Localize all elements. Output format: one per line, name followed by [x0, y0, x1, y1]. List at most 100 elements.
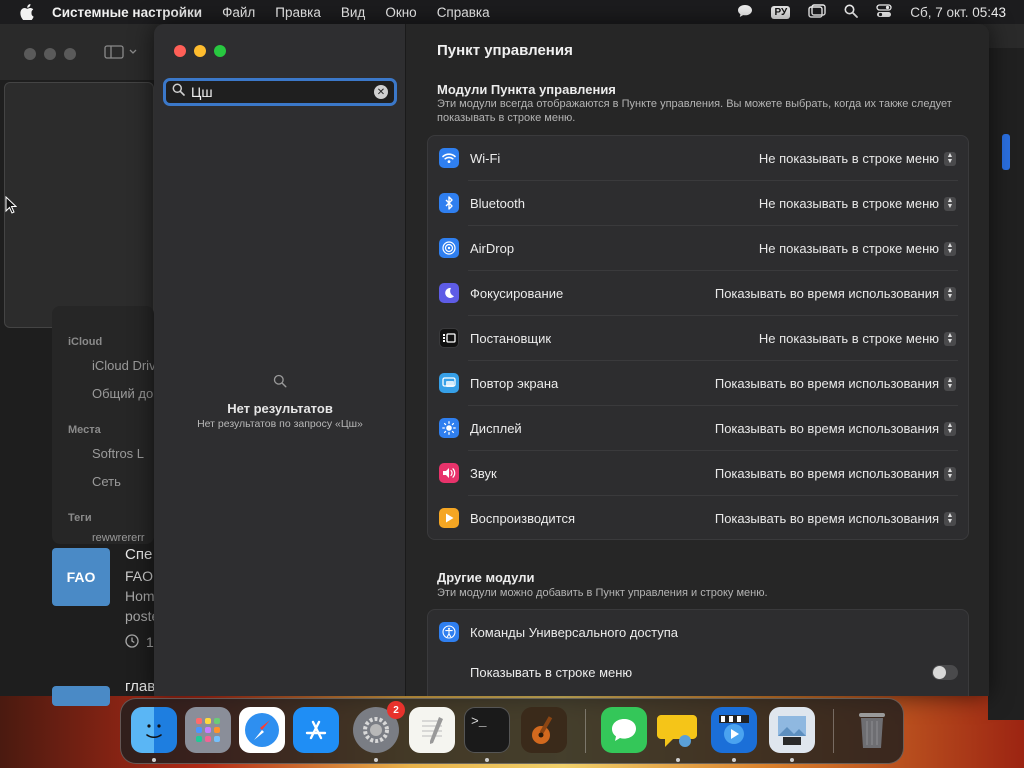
menu-help[interactable]: Справка: [437, 5, 490, 20]
safari-icon[interactable]: [239, 707, 285, 753]
menu-edit[interactable]: Правка: [275, 5, 321, 20]
list-item-time: 1: [146, 634, 154, 650]
apple-menu-icon[interactable]: [18, 3, 36, 21]
stage-manager-visibility-select[interactable]: Не показывать в строке меню ▲ ▼: [759, 331, 956, 346]
close-button[interactable]: [174, 45, 186, 57]
sidebar-item-shared[interactable]: Общий до: [92, 386, 153, 401]
background-zoom-button[interactable]: [64, 48, 76, 60]
module-row-airdrop: AirDrop Не показывать в строке меню ▲ ▼: [428, 226, 968, 271]
module-label-wifi: Wi-Fi: [470, 151, 501, 166]
preview-icon[interactable]: [769, 707, 815, 753]
screen-mirroring-icon: [439, 373, 459, 393]
second-list-item-title[interactable]: глав: [125, 678, 155, 695]
terminal-icon[interactable]: >_: [464, 707, 510, 753]
bluetooth-visibility-select[interactable]: Не показывать в строке меню ▲ ▼: [759, 196, 956, 211]
speech-bubble-icon[interactable]: [737, 4, 753, 21]
settings-notification-badge: 2: [387, 701, 405, 719]
screen-mirroring-visibility-value: Показывать во время использования: [714, 376, 939, 391]
wifi-visibility-select[interactable]: Не показывать в строке меню ▲ ▼: [759, 151, 956, 166]
module-label-airdrop: AirDrop: [470, 241, 515, 256]
imovie-icon[interactable]: [711, 707, 757, 753]
clear-search-icon[interactable]: ✕: [374, 85, 388, 99]
settings-sidebar: ✕ Нет результатов Нет результатов по зап…: [154, 24, 406, 696]
module-row-display: Дисплей Показывать во время использовани…: [428, 406, 968, 451]
list-item-title[interactable]: Спе: [125, 546, 152, 563]
background-close-button[interactable]: [24, 48, 36, 60]
display-visibility-select[interactable]: Показывать во время использования ▲ ▼: [715, 421, 956, 436]
display-visibility-value: Показывать во время использования: [714, 421, 939, 436]
show-in-menubar-label: Показывать в строке меню: [470, 665, 633, 680]
background-minimize-button[interactable]: [44, 48, 56, 60]
module-label-screen-mirroring: Повтор экрана: [470, 376, 559, 391]
sound-visibility-select[interactable]: Показывать во время использования ▲ ▼: [715, 466, 956, 481]
textedit-icon[interactable]: [409, 707, 455, 753]
background-popover-panel: [4, 82, 154, 328]
app-store-icon[interactable]: [293, 707, 339, 753]
background-right-panel: [988, 48, 1024, 720]
module-row-stage-manager: Постановщик Не показывать в строке меню …: [428, 316, 968, 361]
spotlight-search-icon[interactable]: [844, 4, 859, 21]
other-modules-section-title: Другие модули: [437, 570, 535, 585]
menu-window[interactable]: Окно: [385, 5, 416, 20]
terminal-prompt: >_: [471, 714, 487, 729]
minimize-button[interactable]: [194, 45, 206, 57]
finder-icon[interactable]: [131, 707, 177, 753]
garageband-icon[interactable]: [521, 707, 567, 753]
airdrop-visibility-select[interactable]: Не показывать в строке меню ▲ ▼: [759, 241, 956, 256]
stepper-chevrons-icon: ▲ ▼: [944, 241, 956, 256]
no-results-title: Нет результатов: [227, 401, 333, 416]
clock-icon: [125, 634, 139, 651]
module-row-wifi: Wi-Fi Не показывать в строке меню ▲ ▼: [428, 136, 968, 181]
search-input[interactable]: [191, 84, 371, 100]
sidebar-item-network[interactable]: Сеть: [92, 474, 121, 489]
show-in-menubar-toggle[interactable]: [932, 665, 958, 680]
wifi-icon: [439, 148, 459, 168]
menu-app-name[interactable]: Системные настройки: [52, 5, 202, 20]
moon-icon: [439, 283, 459, 303]
no-results-message: Нет результатов Нет результатов по запро…: [154, 374, 406, 430]
play-icon: [439, 508, 459, 528]
sidebar-header-icloud: iCloud: [68, 336, 103, 348]
softros-messenger-icon[interactable]: [655, 707, 701, 753]
launchpad-icon[interactable]: [185, 707, 231, 753]
module-row-bluetooth: Bluetooth Не показывать в строке меню ▲ ▼: [428, 181, 968, 226]
settings-content-pane: Пункт управления Модули Пункта управлени…: [407, 24, 989, 696]
window-switcher-icon[interactable]: [808, 3, 826, 21]
now-playing-visibility-select[interactable]: Показывать во время использования ▲ ▼: [715, 511, 956, 526]
messages-icon[interactable]: [601, 707, 647, 753]
trash-icon[interactable]: [849, 707, 895, 753]
menu-file[interactable]: Файл: [222, 5, 255, 20]
airdrop-icon: [439, 238, 459, 258]
module-row-focus: Фокусирование Показывать во время исполь…: [428, 271, 968, 316]
second-item-logo-icon: [52, 686, 110, 706]
control-center-icon[interactable]: [876, 3, 892, 21]
menu-view[interactable]: Вид: [341, 5, 365, 20]
menu-bar: Системные настройки Файл Правка Вид Окно…: [0, 0, 1024, 24]
module-label-display: Дисплей: [470, 421, 522, 436]
stepper-chevrons-icon: ▲ ▼: [944, 331, 956, 346]
focus-visibility-select[interactable]: Показывать во время использования ▲ ▼: [715, 286, 956, 301]
sidebar-item-softros[interactable]: Softros L: [92, 446, 144, 461]
system-settings-window: ✕ Нет результатов Нет результатов по зап…: [154, 24, 989, 696]
stepper-chevrons-icon: ▲ ▼: [944, 151, 956, 166]
sidebar-toggle-icon[interactable]: [104, 44, 138, 65]
menubar-clock[interactable]: Сб, 7 окт. 05:43: [910, 5, 1006, 20]
background-sidebar: iCloud iCloud Drive Общий до Места Softr…: [52, 306, 163, 544]
input-source-indicator[interactable]: РУ: [771, 5, 791, 19]
module-label-sound: Звук: [470, 466, 497, 481]
stepper-chevrons-icon: ▲ ▼: [944, 376, 956, 391]
stage-manager-icon: [439, 328, 459, 348]
module-row-screen-mirroring: Повтор экрана Показывать во время исполь…: [428, 361, 968, 406]
focus-visibility-value: Показывать во время использования: [714, 286, 939, 301]
modules-card: Wi-Fi Не показывать в строке меню ▲ ▼ Blu…: [427, 135, 969, 540]
zoom-button[interactable]: [214, 45, 226, 57]
system-settings-icon[interactable]: 2: [353, 701, 405, 753]
no-results-subtitle: Нет результатов по запросу «Цш»: [197, 418, 363, 430]
screen-mirroring-visibility-select[interactable]: Показывать во время использования ▲ ▼: [715, 376, 956, 391]
settings-search-field[interactable]: ✕: [163, 78, 397, 106]
module-label-accessibility: Команды Универсального доступа: [470, 625, 679, 640]
module-label-stage-manager: Постановщик: [470, 331, 552, 346]
stepper-chevrons-icon: ▲ ▼: [944, 286, 956, 301]
sidebar-item-icloud-drive[interactable]: iCloud Drive: [92, 358, 163, 373]
now-playing-visibility-value: Показывать во время использования: [714, 511, 939, 526]
